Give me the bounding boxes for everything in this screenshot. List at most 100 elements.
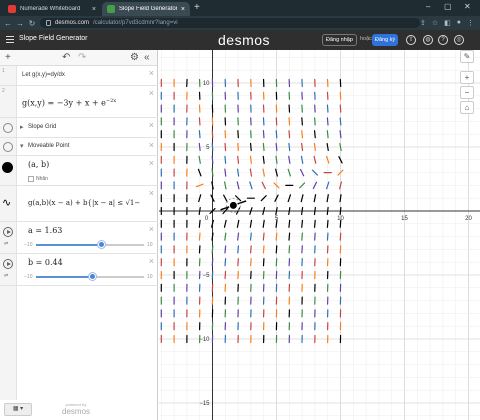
folder-toggle-icon[interactable]: [3, 142, 13, 152]
folder-collapsed-icon[interactable]: ▸: [20, 123, 24, 131]
forward-icon[interactable]: →: [14, 19, 26, 28]
expression-row-tangent[interactable]: ∿ g(a,b)(x − a) + b{|x − a| ≤ √1− ×: [0, 186, 158, 222]
close-tab-icon[interactable]: ×: [92, 6, 96, 13]
slider-fill: [36, 244, 98, 246]
slider-min[interactable]: −10: [24, 242, 32, 248]
keyboard-toggle-button[interactable]: ▦ ▾: [4, 403, 32, 416]
star-icon[interactable]: ☆: [432, 19, 438, 27]
expression-row-point[interactable]: (a, b) Nhãn ×: [0, 156, 158, 186]
folder-toggle-icon[interactable]: [3, 123, 13, 133]
slope-segment: [288, 130, 291, 139]
add-item-button[interactable]: +: [5, 52, 11, 64]
folder-expanded-icon[interactable]: ▾: [20, 142, 24, 150]
wrench-icon[interactable]: ✎: [460, 50, 474, 63]
row-index: 2: [2, 88, 5, 94]
slope-segment: [313, 219, 316, 228]
delete-icon[interactable]: ×: [149, 140, 154, 150]
curve-style-icon[interactable]: ∿: [2, 196, 11, 209]
play-icon[interactable]: [3, 227, 13, 237]
collapse-list-icon[interactable]: «: [144, 52, 150, 64]
slope-segment: [250, 142, 252, 152]
slope-segment: [211, 258, 214, 267]
delete-icon[interactable]: ×: [149, 68, 154, 78]
zoom-out-button[interactable]: −: [460, 86, 474, 99]
folder-label[interactable]: Slope Grid: [28, 124, 56, 130]
folder-label[interactable]: Moveable Point: [28, 143, 69, 149]
expression-row-2[interactable]: 2 g(x,y) = −3y + x + e−2x ×: [0, 86, 158, 118]
slope-segment: [249, 232, 252, 241]
slope-segment: [326, 117, 329, 126]
maximize-icon[interactable]: ▢: [444, 2, 452, 11]
slope-segment: [198, 142, 201, 152]
tab-numerade[interactable]: Numerade Whiteboard ×: [3, 2, 101, 16]
url-field[interactable]: desmos.com/calculator/p7vd3cdmnr?lang=vi: [40, 18, 420, 28]
share-icon[interactable]: ⇪: [420, 19, 426, 27]
slope-segment: [339, 117, 342, 126]
expression-latex[interactable]: b = 0.44: [28, 258, 63, 267]
expression-latex[interactable]: a = 1.63: [28, 226, 62, 235]
home-button[interactable]: ⌂: [460, 101, 474, 114]
login-button[interactable]: Đăng nhập: [322, 34, 357, 46]
slider-row-b[interactable]: ⇄ b = 0.44 −10 10 ×: [0, 254, 158, 286]
settings-globe-icon[interactable]: ◎: [454, 35, 464, 45]
expression-latex[interactable]: g(a,b)(x − a) + b{|x − a| ≤ √1−: [28, 199, 140, 207]
delete-icon[interactable]: ×: [149, 158, 154, 168]
empty-expression-row[interactable]: [0, 286, 158, 406]
back-icon[interactable]: ←: [2, 19, 14, 28]
hamburger-menu-icon[interactable]: [6, 36, 14, 43]
graph-tools: ✎ + − ⌂: [460, 50, 476, 114]
signup-button[interactable]: Đăng ký: [372, 34, 399, 46]
slider-knob[interactable]: [98, 241, 105, 248]
close-window-icon[interactable]: ✕: [464, 2, 471, 11]
delete-icon[interactable]: ×: [149, 256, 154, 266]
extensions-icon[interactable]: ◧: [444, 19, 451, 27]
y-tick-label: −5: [203, 273, 211, 279]
settings-gear-icon[interactable]: ⚙: [130, 52, 139, 64]
expression-latex[interactable]: g(x,y) = −3y + x + e−2x: [22, 98, 116, 108]
share-graph-icon[interactable]: ⇧: [406, 35, 416, 45]
expression-exponent: −2x: [105, 98, 117, 104]
minimize-icon[interactable]: –: [426, 2, 430, 11]
y-tick-label: −10: [199, 337, 210, 343]
or-label: hoặc: [360, 36, 372, 42]
expression-latex[interactable]: (a, b): [28, 160, 49, 169]
graph-canvas[interactable]: −505101520105−5−10−15: [159, 50, 480, 420]
folder-slope-grid[interactable]: ▸ Slope Grid ×: [0, 118, 158, 138]
url-path: /calculator/p7vd3cdmnr?lang=vi: [93, 20, 178, 26]
language-globe-icon[interactable]: ◍: [423, 35, 433, 45]
slider-row-a[interactable]: ⇄ a = 1.63 −10 10 ×: [0, 222, 158, 254]
slope-segment: [326, 130, 329, 139]
slider-min[interactable]: −10: [24, 274, 32, 280]
undo-icon[interactable]: ↶: [62, 52, 70, 64]
point-style-icon[interactable]: [2, 162, 13, 173]
zoom-in-button[interactable]: +: [460, 71, 474, 84]
loop-icon[interactable]: ⇄: [4, 241, 8, 247]
play-icon[interactable]: [3, 259, 13, 269]
profile-icon[interactable]: ●: [457, 19, 461, 27]
redo-icon[interactable]: ↷: [78, 52, 86, 64]
new-tab-icon[interactable]: +: [194, 2, 200, 14]
folder-moveable-point[interactable]: ▾ Moveable Point ×: [0, 138, 158, 156]
browser-tab-bar: Numerade Whiteboard × Slope Field Genera…: [0, 0, 480, 16]
delete-icon[interactable]: ×: [149, 224, 154, 234]
help-icon[interactable]: ?: [438, 35, 448, 45]
tab-slope-field[interactable]: Slope Field Generator ×: [102, 2, 190, 16]
slider-knob[interactable]: [89, 273, 96, 280]
delete-icon[interactable]: ×: [149, 120, 154, 130]
label-checkbox-text: Nhãn: [36, 176, 48, 182]
slider-max[interactable]: 10: [147, 274, 153, 280]
tab-title: Numerade Whiteboard: [20, 6, 81, 12]
graph-title[interactable]: Slope Field Generator: [19, 35, 87, 42]
expression-row-1[interactable]: 1 Let g(x,y)=dy/dx ×: [0, 66, 158, 86]
close-tab-icon[interactable]: ×: [181, 6, 185, 13]
menu-dots-icon[interactable]: ⋮: [467, 19, 474, 27]
slider-max[interactable]: 10: [147, 242, 153, 248]
label-checkbox[interactable]: [28, 176, 34, 182]
delete-icon[interactable]: ×: [149, 188, 154, 198]
slope-segment: [288, 142, 291, 152]
x-tick-label: 15: [401, 216, 408, 222]
note-text[interactable]: Let g(x,y)=dy/dx: [22, 72, 65, 78]
reload-icon[interactable]: ↻: [26, 19, 38, 28]
loop-icon[interactable]: ⇄: [4, 273, 8, 279]
delete-icon[interactable]: ×: [149, 88, 154, 98]
